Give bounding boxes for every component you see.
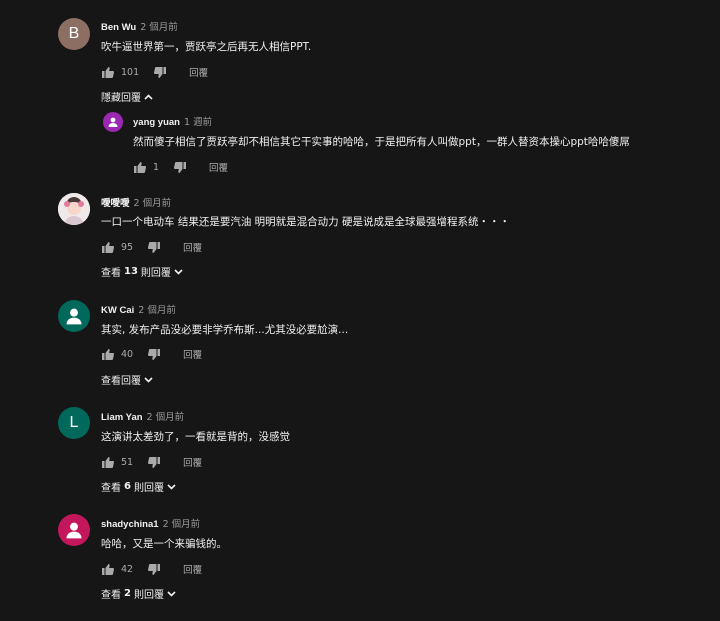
- avatar[interactable]: [103, 112, 123, 132]
- avatar[interactable]: L: [58, 407, 90, 439]
- toggle-prefix: 查看: [101, 268, 121, 279]
- comment-header: 噯噯噯 2 個月前: [101, 195, 171, 209]
- comment-author[interactable]: Liam Yan: [101, 412, 143, 423]
- comment-author[interactable]: shadychina1: [101, 519, 159, 530]
- reply-count: 13: [124, 266, 138, 277]
- comment-author[interactable]: Ben Wu: [101, 22, 136, 33]
- like-count: 1: [153, 161, 160, 173]
- thumb-up-icon[interactable]: [101, 240, 115, 254]
- comment-actions: 95 回覆: [101, 240, 202, 254]
- comment-text: 然而傻子相信了贾跃亭却不相信其它干实事的哈哈，于是把所有人叫做ppt，一群人替资…: [133, 136, 630, 148]
- chevron-down-icon: [144, 376, 153, 383]
- comment-actions: 101 回覆: [101, 65, 208, 79]
- comment-author[interactable]: 噯噯噯: [101, 198, 130, 209]
- toggle-suffix: 則回覆: [140, 268, 171, 279]
- reply-button[interactable]: 回覆: [183, 347, 202, 361]
- comment-text: 一口一个电动车 结果还是要汽油 明明就是混合动力 硬是说成是全球最强增程系统・・…: [101, 216, 511, 228]
- comment-text: 这演讲太差劲了，一看就是背的，没感觉: [101, 431, 290, 443]
- comment-time[interactable]: 2 個月前: [140, 22, 178, 33]
- comment-time[interactable]: 2 個月前: [163, 519, 201, 530]
- comment-time[interactable]: 2 個月前: [134, 198, 172, 209]
- avatar[interactable]: [58, 300, 90, 332]
- view-replies-button[interactable]: 查看回覆: [101, 372, 153, 387]
- comment-time[interactable]: 2 個月前: [147, 412, 185, 423]
- chevron-down-icon: [167, 483, 176, 490]
- thumb-down-icon[interactable]: [147, 347, 161, 361]
- like-count: 42: [121, 563, 134, 575]
- comment-actions: 1 回覆: [133, 160, 228, 174]
- comment-header: Ben Wu 2 個月前: [101, 19, 178, 33]
- view-replies-button[interactable]: 查看 13 則回覆: [101, 264, 183, 279]
- thumb-down-icon[interactable]: [147, 455, 161, 469]
- reply-count: 6: [124, 481, 131, 492]
- reply-button[interactable]: 回覆: [189, 65, 208, 79]
- like-count: 95: [121, 241, 134, 253]
- like-count: 40: [121, 348, 134, 360]
- chevron-up-icon: [144, 93, 153, 100]
- comment-header: Liam Yan 2 個月前: [101, 409, 184, 423]
- reply-count: 2: [124, 588, 131, 599]
- thumb-down-icon[interactable]: [173, 160, 187, 174]
- person-icon: [66, 308, 82, 325]
- person-icon: [66, 522, 82, 539]
- reply-button[interactable]: 回覆: [183, 455, 202, 469]
- comment-author[interactable]: KW Cai: [101, 305, 134, 316]
- thumb-down-icon[interactable]: [153, 65, 167, 79]
- view-replies-button[interactable]: 查看 2 則回覆: [101, 586, 176, 601]
- comment-actions: 40 回覆: [101, 347, 202, 361]
- comment-header: yang yuan 1 週前: [133, 114, 212, 128]
- view-replies-button[interactable]: 查看 6 則回覆: [101, 479, 176, 494]
- thumb-up-icon[interactable]: [133, 160, 147, 174]
- comment-header: KW Cai 2 個月前: [101, 302, 176, 316]
- reply-button[interactable]: 回覆: [183, 562, 202, 576]
- comment-time[interactable]: 2 個月前: [138, 305, 176, 316]
- toggle-prefix: 查看: [101, 590, 121, 601]
- thumb-down-icon[interactable]: [147, 562, 161, 576]
- thumb-up-icon[interactable]: [101, 347, 115, 361]
- like-count: 51: [121, 456, 134, 468]
- toggle-label: 隱藏回覆: [101, 93, 141, 104]
- like-count: 101: [121, 66, 140, 78]
- thumb-up-icon[interactable]: [101, 65, 115, 79]
- avatar[interactable]: [58, 193, 90, 225]
- comment-header: shadychina1 2 個月前: [101, 516, 200, 530]
- avatar[interactable]: B: [58, 18, 90, 50]
- reply-button[interactable]: 回覆: [183, 240, 202, 254]
- comment-author[interactable]: yang yuan: [133, 117, 180, 128]
- avatar[interactable]: [58, 514, 90, 546]
- avatar-image: [58, 193, 90, 225]
- avatar-letter: B: [68, 25, 80, 42]
- comment-text: 吹牛逼世界第一，贾跃亭之后再无人相信PPT.: [101, 41, 312, 53]
- avatar-letter: L: [69, 414, 79, 431]
- comment-actions: 42 回覆: [101, 562, 202, 576]
- comment-text: 哈哈，又是一个来骗钱的。: [101, 538, 227, 550]
- chevron-down-icon: [174, 268, 183, 275]
- toggle-label: 查看回覆: [101, 376, 141, 387]
- comment-actions: 51 回覆: [101, 455, 202, 469]
- comment-text: 其实, 发布产品没必要非学乔布斯...尤其没必要尬演...: [101, 324, 349, 336]
- toggle-suffix: 則回覆: [133, 590, 164, 601]
- reply-button[interactable]: 回覆: [209, 160, 228, 174]
- thumb-up-icon[interactable]: [101, 455, 115, 469]
- toggle-prefix: 查看: [101, 483, 121, 494]
- chevron-down-icon: [167, 590, 176, 597]
- toggle-suffix: 則回覆: [133, 483, 164, 494]
- thumb-down-icon[interactable]: [147, 240, 161, 254]
- hide-replies-button[interactable]: 隱藏回覆: [101, 89, 153, 104]
- comment-time[interactable]: 1 週前: [184, 117, 212, 128]
- thumb-up-icon[interactable]: [101, 562, 115, 576]
- person-icon: [108, 117, 118, 127]
